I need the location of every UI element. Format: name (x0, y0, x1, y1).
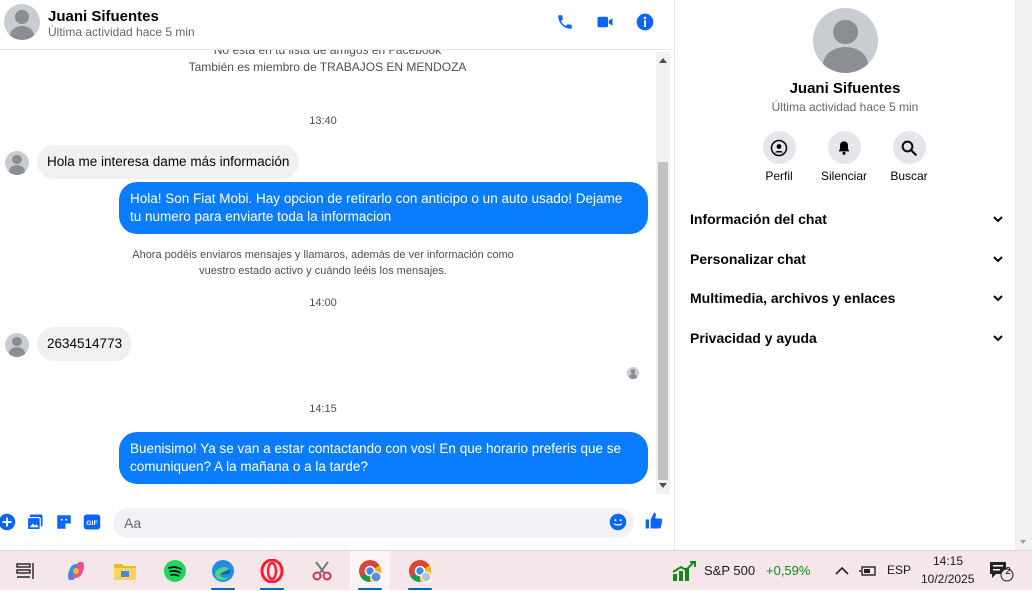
edge-browser-icon[interactable] (203, 551, 243, 591)
search-button[interactable]: Buscar (879, 131, 939, 183)
search-label: Buscar (890, 169, 928, 183)
outgoing-message[interactable]: Hola! Son Fiat Mobi. Hay opcion de retir… (119, 182, 648, 234)
task-view-icon[interactable] (6, 551, 46, 591)
system-note: También es miembro de TRABAJOS EN MENDOZ… (188, 60, 467, 74)
contact-name[interactable]: Juani Sifuentes (48, 8, 159, 25)
chrome-profile-2-icon[interactable] (400, 551, 440, 591)
chat-header: Juani Sifuentes Última actividad hace 5 … (0, 0, 673, 50)
system-note: No está en tu lista de amigos en Faceboo… (213, 50, 442, 57)
sticker-icon[interactable] (55, 513, 73, 531)
photo-icon[interactable] (26, 513, 44, 531)
section-chat-info[interactable]: Información del chat (690, 208, 1004, 230)
message-timestamp: 14:00 (309, 297, 337, 309)
video-camera-icon[interactable] (594, 11, 616, 33)
battery-icon[interactable] (855, 551, 881, 591)
outgoing-message[interactable]: Buenisimo! Ya se van a estar contactando… (119, 432, 648, 484)
stock-chart-icon[interactable] (664, 551, 704, 591)
message-input[interactable] (113, 508, 634, 538)
profile-status: Última actividad hace 5 min (771, 100, 919, 114)
sender-avatar[interactable] (5, 151, 29, 175)
chat-column: Juani Sifuentes Última actividad hace 5 … (0, 0, 673, 550)
mute-label: Silenciar (820, 169, 868, 183)
mute-button[interactable]: Silenciar (814, 131, 874, 183)
scroll-up-arrow-icon[interactable] (659, 58, 667, 63)
chevron-down-icon (993, 295, 1003, 302)
messenger-window: Juani Sifuentes Última actividad hace 5 … (0, 0, 1032, 550)
scroll-thumb[interactable] (658, 162, 668, 480)
message-composer: GIF (0, 505, 673, 541)
section-privacy-help[interactable]: Privacidad y ayuda (690, 327, 1004, 349)
stock-change[interactable]: +0,59% (766, 563, 810, 578)
conversation-info-panel: Juani Sifuentes Última actividad hace 5 … (674, 0, 1014, 550)
clock-date[interactable]: 10/2/2025 (921, 572, 974, 586)
notification-count: 2 (1005, 566, 1011, 577)
contact-status: Última actividad hace 5 min (48, 25, 195, 39)
gif-icon[interactable]: GIF (83, 513, 101, 531)
contact-avatar[interactable] (4, 4, 40, 40)
spotify-icon[interactable] (155, 551, 195, 591)
phone-icon[interactable] (554, 11, 576, 33)
profile-avatar[interactable] (813, 8, 878, 73)
message-timestamp: 13:40 (309, 115, 337, 127)
system-note: Ahora podéis enviaros mensajes y llamaro… (132, 249, 514, 277)
opera-browser-icon[interactable] (252, 551, 292, 591)
like-icon[interactable] (644, 511, 664, 531)
chat-scrollbar[interactable] (656, 52, 670, 494)
profile-button[interactable]: Perfil (749, 131, 809, 183)
bell-icon (827, 131, 861, 164)
snipping-tool-icon[interactable] (302, 551, 342, 591)
section-label: Privacidad y ayuda (690, 330, 817, 346)
page-scrollbar[interactable] (1015, 0, 1032, 550)
section-label: Personalizar chat (690, 251, 806, 267)
copilot-icon[interactable] (56, 551, 96, 591)
profile-icon (762, 131, 796, 164)
sender-avatar[interactable] (5, 333, 29, 357)
chevron-down-icon (993, 216, 1003, 223)
section-label: Multimedia, archivos y enlaces (690, 290, 896, 306)
language-indicator[interactable]: ESP (887, 563, 911, 577)
section-media-files-links[interactable]: Multimedia, archivos y enlaces (690, 287, 1004, 309)
profile-name[interactable]: Juani Sifuentes (675, 80, 1015, 97)
profile-label: Perfil (765, 169, 793, 183)
notification-center-icon[interactable]: 2 (986, 551, 1016, 591)
search-icon (892, 131, 926, 164)
section-label: Información del chat (690, 211, 827, 227)
info-icon[interactable] (634, 11, 656, 33)
incoming-message[interactable]: 2634514773 (37, 327, 133, 361)
windows-taskbar: S&P 500 +0,59% ESP 14:15 10/2/2025 2 (0, 550, 1032, 591)
stock-name[interactable]: S&P 500 (704, 563, 755, 578)
message-timestamp: 14:15 (309, 403, 337, 415)
scroll-down-arrow-icon[interactable] (659, 483, 667, 488)
chevron-down-icon (993, 335, 1003, 342)
message-list[interactable]: No está en tu lista de amigos en Faceboo… (0, 50, 655, 495)
section-customize-chat[interactable]: Personalizar chat (690, 248, 1004, 270)
emoji-icon[interactable] (609, 513, 627, 531)
chevron-down-icon (993, 256, 1003, 263)
scroll-down-arrow-icon[interactable] (1020, 540, 1026, 544)
incoming-message[interactable]: Hola me interesa dame más información (37, 145, 300, 179)
seen-indicator-avatar (627, 367, 639, 379)
clock-time[interactable]: 14:15 (933, 554, 963, 568)
file-explorer-icon[interactable] (105, 551, 145, 591)
chrome-profile-1-icon[interactable] (350, 551, 390, 591)
svg-text:GIF: GIF (86, 520, 97, 527)
chevron-up-icon[interactable] (830, 551, 854, 591)
plus-icon[interactable] (0, 513, 16, 531)
